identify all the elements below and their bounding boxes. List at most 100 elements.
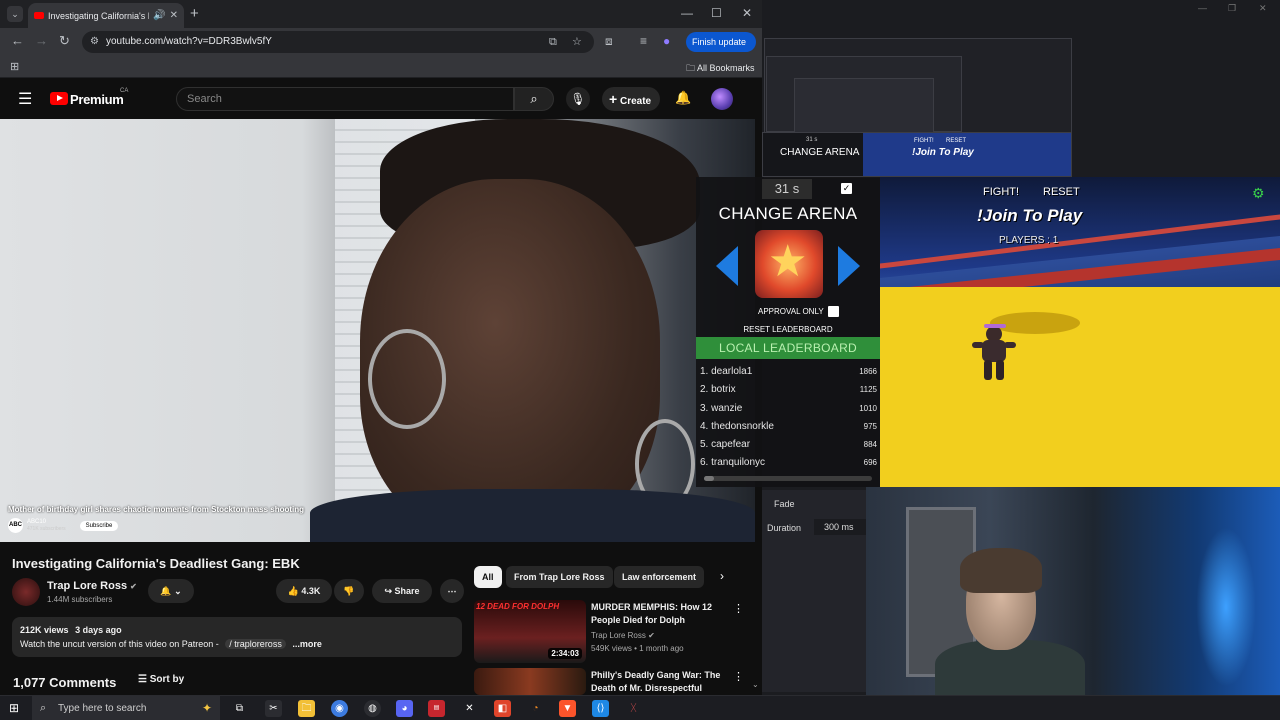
recommendation-title[interactable]: Philly's Deadly Gang War: The Death of M… [591,669,721,695]
file-explorer-icon[interactable]: 🗀 [298,700,315,717]
reload-icon[interactable]: ↻ [59,33,70,49]
search-icon: ⌕ [40,702,47,714]
maximize-icon[interactable]: ☐ [711,6,722,20]
site-info-icon[interactable]: ⚙ [90,31,99,53]
chrome-icon[interactable]: ◉ [331,700,348,717]
timer-checkbox[interactable]: ✓ [841,183,852,194]
mirror-arena-label: CHANGE ARENA [780,147,860,158]
new-tab-button[interactable]: + [190,5,199,22]
video-player[interactable]: Mother of birthday girl shares chaotic m… [0,119,755,542]
bookmark-star-icon[interactable]: ☆ [572,31,582,53]
earring-left [368,329,446,429]
finish-update-button[interactable]: Finish update ⋮ [686,32,756,67]
vscode-icon[interactable]: ⟨⟩ [592,700,609,717]
chevron-right-icon[interactable]: › [720,569,724,583]
channel-avatar[interactable] [12,578,40,606]
capcut-icon[interactable]: ✂ [265,700,282,717]
duration-label: Duration [767,523,802,533]
leaderboard-scrollbar[interactable] [704,476,872,481]
fight-button[interactable]: FIGHT! [983,186,1019,198]
minimize-icon[interactable]: — [681,6,693,20]
tab-search-button[interactable]: ⌄ [7,6,23,22]
app-orange-icon[interactable]: ◧ [494,700,511,717]
close-window-icon[interactable]: ✕ [742,6,752,20]
forward-icon[interactable]: → [35,33,48,48]
brave-icon[interactable]: ▼ [559,700,576,717]
duration-field[interactable]: 300 ms [814,519,866,535]
like-button[interactable]: 👍 4.3K [276,579,332,603]
app-red-icon[interactable]: ▤ [428,700,445,717]
abc10-name: ABC10 [27,519,47,525]
chip-law-enforcement[interactable]: Law enforcement [614,566,705,588]
arena-prev-arrow-icon[interactable] [716,246,738,286]
apps-grid-icon[interactable]: ⊞ [10,60,19,73]
tab-title: Investigating California's De [48,10,150,21]
voice-search-button[interactable]: 🎙 [566,87,590,111]
patreon-link[interactable]: / traploreross [225,639,286,649]
recommendation-menu-icon[interactable]: ⋮ [733,602,744,615]
blender-icon[interactable]: ◔ [527,700,544,717]
avatar[interactable] [711,88,733,110]
all-bookmarks-button[interactable]: 🗀 All Bookmarks [686,61,755,77]
profile-icon[interactable]: ● [663,34,670,48]
scroll-down-icon[interactable]: ⌄ [752,680,759,689]
search-input[interactable]: Search [176,87,514,111]
more-link[interactable]: ...more [292,639,322,649]
app-dark-icon[interactable]: ᚷ [625,700,642,717]
task-view-icon[interactable]: ⧉ [231,700,248,717]
thumbs-down-icon: 👎 [343,586,355,596]
search-button[interactable]: ⌕ [514,87,554,111]
media-control-icon[interactable]: ≡ [640,34,647,48]
recommendation-menu-icon[interactable]: ⋮ [733,670,744,683]
youtube-brand[interactable]: Premium [70,92,124,107]
mirror-fight: FIGHT! [914,138,934,144]
reset-leaderboard-button[interactable]: RESET LEADERBOARD [696,325,880,334]
windows-start-icon[interactable]: ⊞ [9,701,19,715]
leaderboard-row: 3. wanzie 1010 [696,400,880,418]
chip-all[interactable]: All [474,566,502,588]
install-icon[interactable]: ⧉ [549,31,557,53]
obs-close-icon[interactable]: ✕ [1259,3,1267,14]
notifications-bell-icon[interactable]: 🔔 [675,90,691,106]
sort-by-button[interactable]: ☰ Sort by [138,674,184,685]
more-actions-button[interactable]: ⋯ [440,579,464,603]
chip-from-channel[interactable]: From Trap Lore Ross [506,566,613,588]
notification-bell-button[interactable]: 🔔 ⌄ [148,579,194,603]
youtube-logo-icon[interactable] [50,92,68,105]
reset-button[interactable]: RESET [1043,186,1080,198]
lb-rank: 2. [700,384,709,395]
abc10-subscribe-button[interactable]: Subscribe [79,520,119,531]
obs-icon[interactable]: ◍ [364,700,381,717]
plus-icon: + [609,91,618,107]
share-button[interactable]: ↪ Share [372,579,432,603]
thumbs-up-icon: 👍 [287,586,299,596]
recommendation-title[interactable]: MURDER MEMPHIS: How 12 People Died for D… [591,601,721,627]
hamburger-menu-icon[interactable]: ☰ [18,89,32,109]
tab-close-icon[interactable]: ✕ [170,10,178,21]
lb-rank: 5. [700,439,709,450]
obs-minimize-icon[interactable]: — [1198,3,1207,13]
arena-floor [880,287,1280,487]
gear-icon[interactable]: ⚙ [1252,185,1265,202]
fade-label[interactable]: Fade [774,499,795,509]
taskbar-search-input[interactable]: ⌕ Type here to search ✦ [32,696,220,720]
description-box[interactable]: 212K views 3 days ago Watch the uncut ve… [12,617,462,657]
speaker-icon[interactable]: 🔊 [153,10,165,21]
extensions-icon[interactable]: ⧈ [605,34,613,49]
dislike-button[interactable]: 👎 [334,579,364,603]
tab-active[interactable]: Investigating California's De 🔊 ✕ [28,3,184,28]
channel-name[interactable]: Trap Lore Ross ✔ [47,580,137,592]
discord-icon[interactable]: ◕ [396,700,413,717]
address-bar[interactable]: ⚙ youtube.com/watch?v=DDR3Bwlv5fY ⧉ ☆ [82,31,594,53]
create-button[interactable]: + Create [602,87,660,111]
recommendation-thumbnail[interactable] [474,668,586,695]
approval-only-checkbox[interactable] [828,306,839,317]
lb-name: thedonsnorkle [711,421,774,432]
obs-restore-icon[interactable]: ❐ [1228,3,1236,14]
recommendation-thumbnail[interactable]: 12 DEAD FOR DOLPH 2:34:03 [474,600,586,663]
arena-next-arrow-icon[interactable] [838,246,860,286]
app-x-icon[interactable]: ✕ [461,700,478,717]
person-shirt [310,489,755,542]
lb-name: wanzie [711,403,743,414]
back-icon[interactable]: ← [11,33,24,48]
